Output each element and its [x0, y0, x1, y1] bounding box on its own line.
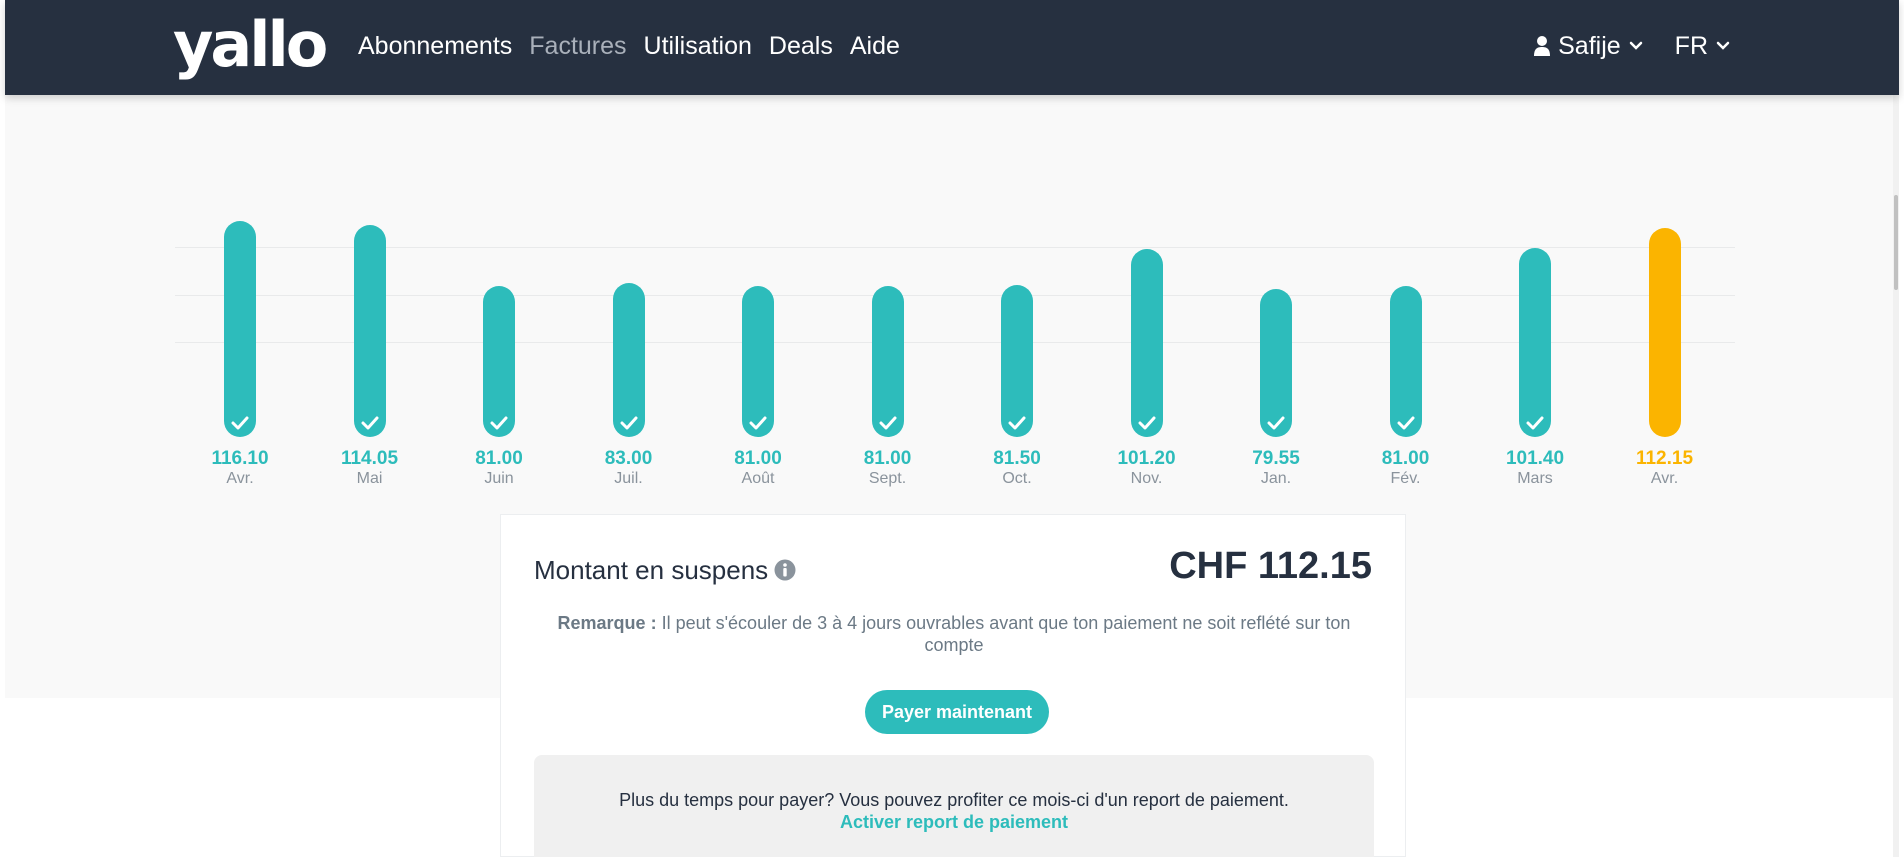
chevron-down-icon: [1716, 41, 1730, 50]
nav-link-factures[interactable]: Factures: [529, 28, 626, 64]
bar[interactable]: [612, 283, 645, 437]
checkmark-icon: [1267, 416, 1285, 430]
top-navbar: yallo Abonnements Factures Utilisation D…: [5, 0, 1899, 95]
bar-value-label: 101.20: [1117, 448, 1176, 469]
bar-month-label: Sept.: [868, 470, 907, 487]
activate-deferral-link[interactable]: Activer report de paiement: [840, 811, 1068, 833]
bar-column[interactable]: 116.10 Avr.: [180, 95, 300, 505]
checkmark-icon: [1397, 416, 1414, 430]
bar-value-label: 81.00: [475, 448, 523, 469]
bar-month-label: Mars: [1517, 470, 1553, 487]
bar[interactable]: [1648, 228, 1681, 437]
bar-column[interactable]: 81.50 Oct.: [957, 95, 1077, 505]
bar[interactable]: [353, 225, 386, 437]
bar-column[interactable]: 112.15 Avr.: [1605, 95, 1725, 505]
bar[interactable]: [1389, 286, 1422, 437]
checkmark-icon: [1526, 416, 1544, 430]
nav-link-aide[interactable]: Aide: [850, 28, 900, 64]
checkmark-icon: [490, 416, 508, 430]
checkmark-icon: [620, 416, 637, 430]
user-menu[interactable]: Safije: [1534, 28, 1643, 64]
bar-value-label: 81.00: [863, 448, 912, 469]
nav-link-abonnements[interactable]: Abonnements: [358, 28, 512, 64]
language-selector[interactable]: FR: [1675, 28, 1730, 64]
bar[interactable]: [1130, 249, 1163, 437]
bar-column[interactable]: 101.40 Mars: [1475, 95, 1595, 505]
bar-value-label: 112.15: [1635, 448, 1694, 469]
payment-note: Remarque : Il peut s'écouler de 3 à 4 jo…: [534, 612, 1374, 656]
bar-column[interactable]: 101.20 Nov.: [1087, 95, 1207, 505]
bar-column[interactable]: 79.55 Jan.: [1216, 95, 1336, 505]
checkmark-icon: [361, 416, 378, 430]
checkmark-icon: [879, 416, 896, 430]
nav-link-deals[interactable]: Deals: [769, 28, 833, 64]
main-nav: Abonnements Factures Utilisation Deals A…: [358, 28, 900, 64]
bar-value-label: 83.00: [604, 448, 653, 469]
bar-value-label: 101.40: [1505, 448, 1565, 469]
bar-month-label: Nov.: [1130, 470, 1163, 487]
user-icon: [1534, 36, 1551, 56]
info-icon[interactable]: [774, 559, 796, 581]
bar[interactable]: [1001, 285, 1033, 437]
bar-value-label: 81.50: [993, 448, 1041, 469]
yallo-logo[interactable]: yallo: [173, 10, 328, 80]
bar-month-label: Jan.: [1260, 470, 1292, 487]
bar[interactable]: [224, 221, 256, 437]
bar[interactable]: [871, 286, 904, 437]
bar[interactable]: [1260, 289, 1292, 437]
checkmark-icon: [231, 416, 249, 430]
outstanding-amount-card: Montant en suspens CHF 112.15 Remarque :…: [500, 514, 1406, 857]
bar-value-label: 81.00: [734, 448, 782, 469]
language-label: FR: [1674, 32, 1708, 60]
scrollbar-thumb[interactable]: [1894, 195, 1898, 290]
bar-column[interactable]: 81.00 Fév.: [1346, 95, 1466, 505]
bar-column[interactable]: 81.00 Août: [698, 95, 818, 505]
user-name: Safije: [1558, 32, 1621, 60]
bar-column[interactable]: 81.00 Sept.: [828, 95, 948, 505]
bar-value-label: 79.55: [1252, 448, 1300, 469]
bar-column[interactable]: 83.00 Juil.: [569, 95, 689, 505]
bar-value-label: 114.05: [340, 448, 399, 469]
bar-month-label: Avr.: [1650, 470, 1679, 487]
bar[interactable]: [483, 286, 515, 437]
bar[interactable]: [742, 286, 774, 437]
page-scrollbar[interactable]: [1893, 95, 1899, 857]
bar-month-label: Avr.: [226, 470, 254, 487]
outstanding-amount: CHF 112.15: [1169, 545, 1372, 587]
nav-right: Safije FR: [1534, 28, 1730, 64]
card-title-text: Montant en suspens: [534, 555, 769, 585]
checkmark-icon: [1138, 416, 1155, 430]
checkmark-icon: [749, 416, 767, 430]
pay-now-button[interactable]: Payer maintenant: [865, 690, 1049, 734]
card-title: Montant en suspens: [534, 553, 796, 587]
payment-note-label: Remarque :: [557, 613, 657, 633]
payment-note-text: Il peut s'écouler de 3 à 4 jours ouvrabl…: [661, 613, 1351, 655]
page: yallo Abonnements Factures Utilisation D…: [5, 0, 1899, 857]
bar-month-label: Fév.: [1390, 470, 1421, 487]
bar-value-label: 81.00: [1381, 448, 1430, 469]
bar-month-label: Août: [741, 470, 775, 487]
bar-month-label: Juin: [484, 470, 514, 487]
bar-column[interactable]: 81.00 Juin: [439, 95, 559, 505]
bar-month-label: Oct.: [1002, 470, 1032, 487]
nav-link-utilisation[interactable]: Utilisation: [644, 28, 752, 64]
payment-deferral-box: Plus du temps pour payer? Vous pouvez pr…: [534, 755, 1374, 857]
bar-column[interactable]: 114.05 Mai: [310, 95, 430, 505]
bar[interactable]: [1519, 248, 1551, 437]
chevron-down-icon: [1629, 41, 1642, 50]
bar-month-label: Mai: [356, 470, 383, 487]
bar-month-label: Juil.: [614, 470, 643, 487]
checkmark-icon: [1008, 416, 1026, 430]
deferral-text: Plus du temps pour payer? Vous pouvez pr…: [619, 790, 1289, 810]
bar-value-label: 116.10: [211, 448, 269, 469]
